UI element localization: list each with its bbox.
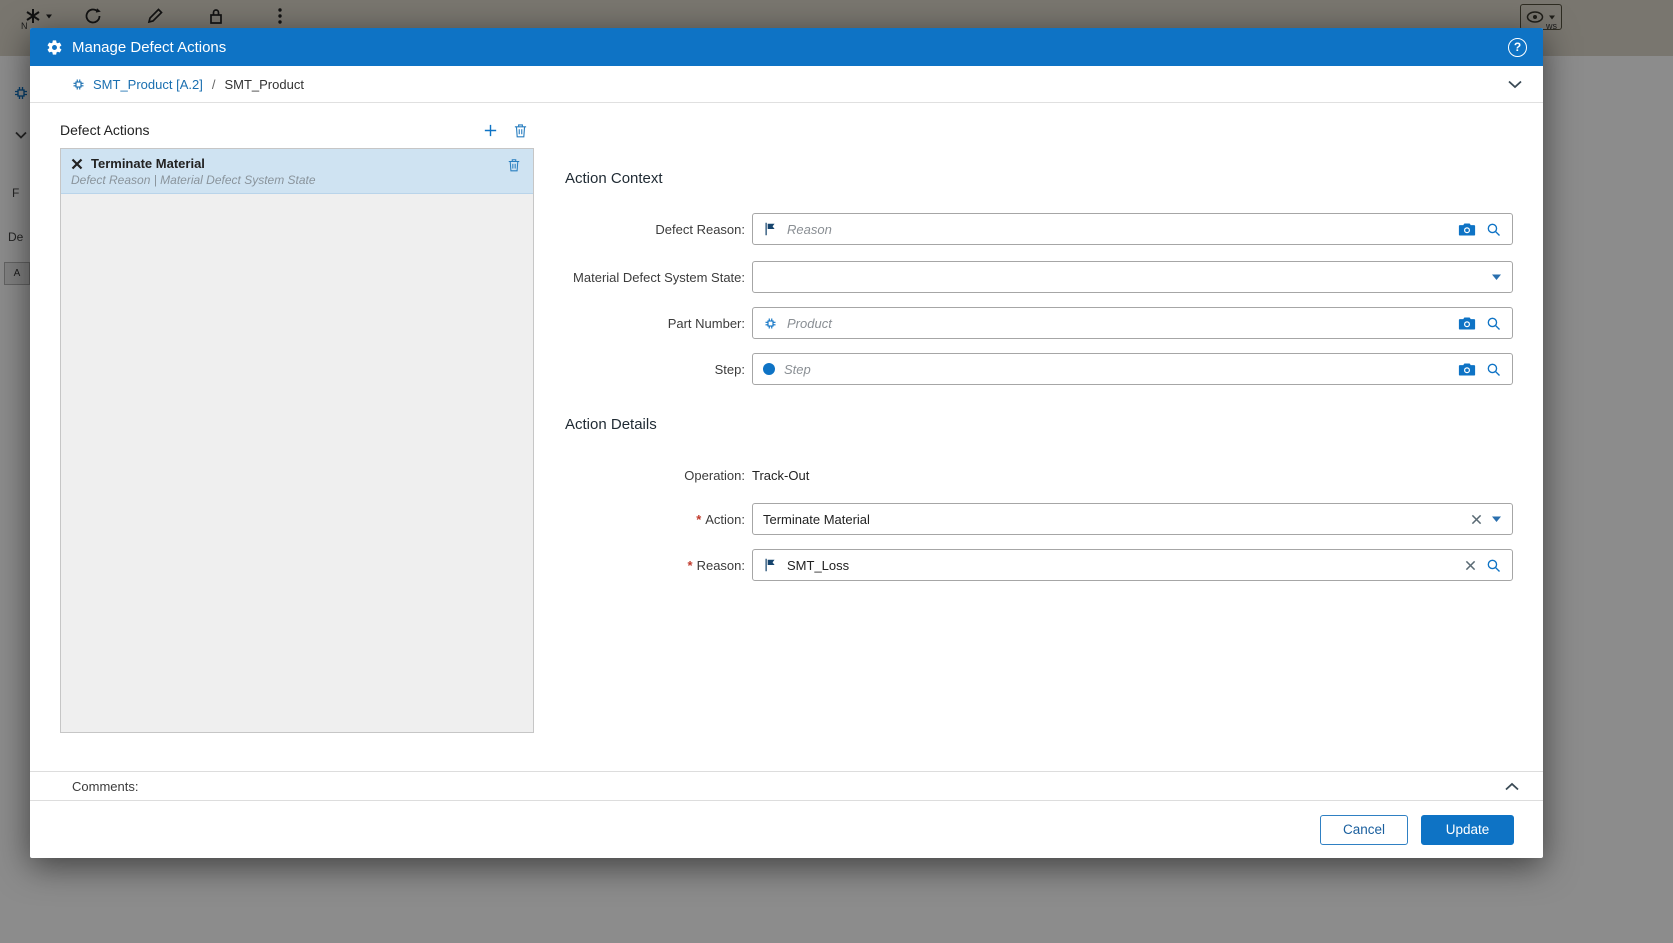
step-input[interactable] [784, 362, 1449, 377]
material-defect-system-state-input[interactable] [763, 270, 1482, 285]
breadcrumb-current: SMT_Product [224, 77, 303, 92]
step-input-box [752, 353, 1513, 385]
defect-reason-label: Defect Reason: [565, 222, 745, 237]
trash-icon [507, 157, 521, 173]
plus-icon [482, 122, 499, 139]
breadcrumb-link[interactable]: SMT_Product [A.2] [93, 77, 203, 92]
list-item-terminate-material[interactable]: Terminate Material Defect Reason | Mater… [61, 149, 533, 194]
search-icon[interactable] [1485, 221, 1502, 238]
flag-icon [763, 557, 778, 573]
cancel-button[interactable]: Cancel [1320, 815, 1408, 845]
remove-item-button[interactable] [507, 157, 521, 173]
comments-label: Comments: [72, 779, 138, 794]
material-defect-system-state-select[interactable] [752, 261, 1513, 293]
comments-collapse-button[interactable] [1504, 781, 1520, 792]
gear-icon [46, 39, 63, 56]
action-details-title: Action Details [565, 416, 657, 433]
defect-reason-input-box [752, 213, 1513, 245]
clear-x-icon[interactable] [1471, 514, 1482, 525]
part-number-input[interactable] [787, 316, 1449, 331]
field-row-action: *Action: [565, 503, 1513, 535]
defect-actions-list: Terminate Material Defect Reason | Mater… [60, 148, 534, 733]
reason-label: *Reason: [565, 558, 745, 573]
reason-input[interactable] [787, 558, 1456, 573]
defect-actions-panel: Defect Actions Terminate Material [60, 118, 534, 733]
operation-label: Operation: [565, 468, 745, 483]
app-page: N ws F De A Manage Defect Actions ? [0, 0, 1673, 943]
camera-icon[interactable] [1458, 316, 1476, 331]
update-button[interactable]: Update [1421, 815, 1514, 845]
clear-x-icon[interactable] [1465, 560, 1476, 571]
chevron-down-icon[interactable] [1491, 273, 1502, 281]
reason-input-box [752, 549, 1513, 581]
x-mark-icon [71, 158, 83, 170]
comments-bar[interactable]: Comments: [30, 771, 1543, 801]
field-row-step: Step: [565, 353, 1513, 385]
field-row-reason: *Reason: [565, 549, 1513, 581]
field-row-defect-reason: Defect Reason: [565, 213, 1513, 245]
list-item-name: Terminate Material [91, 156, 205, 171]
defect-reason-input[interactable] [787, 222, 1449, 237]
breadcrumb-separator: / [212, 77, 216, 92]
add-action-button[interactable] [482, 122, 499, 139]
dialog-footer: Cancel Update [30, 801, 1543, 858]
operation-value: Track-Out [752, 468, 809, 483]
action-select-input[interactable] [763, 512, 1462, 527]
action-context-title: Action Context [565, 170, 663, 187]
search-icon[interactable] [1485, 315, 1502, 332]
action-label: *Action: [565, 512, 745, 527]
camera-icon[interactable] [1458, 222, 1476, 237]
chevron-up-icon [1504, 781, 1520, 792]
step-circle-icon [763, 363, 775, 375]
field-row-operation: Operation: Track-Out [565, 465, 1513, 485]
step-label: Step: [565, 362, 745, 377]
trash-icon [513, 122, 528, 139]
required-marker: * [696, 512, 701, 527]
action-select[interactable] [752, 503, 1513, 535]
flag-icon [763, 221, 778, 237]
manage-defect-actions-dialog: Manage Defect Actions ? SMT_Product [A.2… [30, 28, 1543, 858]
delete-action-button[interactable] [513, 122, 528, 139]
defect-actions-title: Defect Actions [60, 122, 150, 138]
action-form-panel: Action Context Defect Reason: Materia [565, 28, 1513, 858]
camera-icon[interactable] [1458, 362, 1476, 377]
material-defect-system-state-label: Material Defect System State: [565, 270, 745, 285]
part-number-input-box [752, 307, 1513, 339]
field-row-part-number: Part Number: [565, 307, 1513, 339]
required-marker: * [688, 558, 693, 573]
defect-actions-header: Defect Actions [60, 118, 534, 142]
list-item-subtitle: Defect Reason | Material Defect System S… [71, 173, 499, 187]
search-icon[interactable] [1485, 557, 1502, 574]
product-chip-icon [71, 77, 86, 92]
part-number-label: Part Number: [565, 316, 745, 331]
search-icon[interactable] [1485, 361, 1502, 378]
field-row-material-defect-system-state: Material Defect System State: [565, 261, 1513, 293]
product-chip-icon [763, 316, 778, 331]
dialog-title: Manage Defect Actions [72, 39, 226, 56]
chevron-down-icon[interactable] [1491, 515, 1502, 523]
